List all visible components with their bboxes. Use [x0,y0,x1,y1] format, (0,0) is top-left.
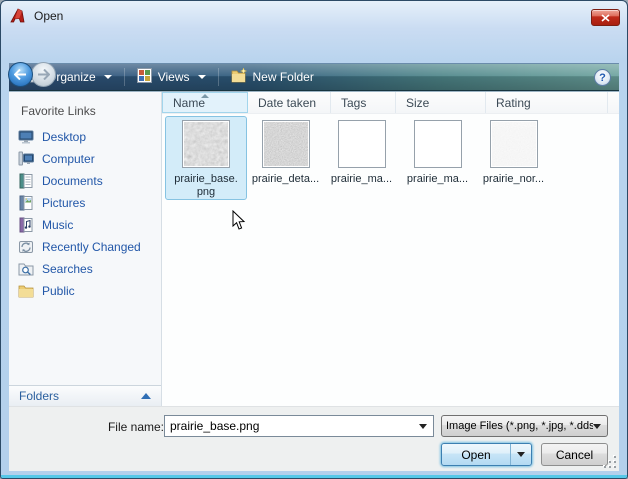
column-header-rating[interactable]: Rating [486,92,608,113]
file-item-prairie-detail[interactable]: prairie_deta... [248,116,323,187]
address-bar-row: « terrains sampleTerrain prairie [1,31,627,63]
file-thumbnail [182,120,230,168]
public-folder-icon [18,283,34,299]
navigation-pane: Favorite Links Desktop Computer Document… [9,92,162,406]
file-name-label: prairie_ma... [407,173,468,186]
views-button[interactable]: Views [128,65,215,89]
open-button-label: Open [442,448,510,462]
column-header-date-taken[interactable]: Date taken [248,92,331,113]
new-folder-label: New Folder [253,70,314,84]
file-item-prairie-map-1[interactable]: prairie_ma... [324,116,399,187]
back-button[interactable] [8,62,33,87]
column-header-name[interactable]: Name [162,92,248,113]
recently-changed-icon [18,239,34,255]
sidebar-item-computer[interactable]: Computer [9,148,161,170]
help-button[interactable]: ? [594,69,611,86]
forward-button[interactable] [31,62,56,87]
open-button[interactable]: Open [441,443,532,466]
file-name-label: prairie_nor... [483,173,544,186]
column-header-filler [608,92,619,113]
file-type-dropdown-icon [593,424,601,429]
file-name-input[interactable] [165,419,419,433]
sidebar-item-label: Pictures [42,196,85,210]
sidebar-item-label: Music [42,218,73,232]
titlebar[interactable]: Open [1,1,627,31]
close-button[interactable] [591,9,620,26]
help-icon: ? [599,72,606,84]
file-name-label: prairie_base. png [174,173,238,199]
searches-icon [18,261,34,277]
computer-icon [18,151,34,167]
chevron-up-icon [141,393,151,399]
file-item-prairie-base[interactable]: prairie_base. png [165,116,247,200]
cancel-button-label: Cancel [556,448,593,462]
column-header-size[interactable]: Size [396,92,486,113]
window-title: Open [34,9,63,23]
file-item-prairie-map-2[interactable]: prairie_ma... [400,116,475,187]
cancel-button[interactable]: Cancel [541,443,608,466]
file-type-select[interactable]: Image Files (*.png, *.jpg, *.dds [441,415,608,437]
folders-label: Folders [19,389,59,403]
sidebar-item-label: Desktop [42,130,86,144]
sidebar-item-desktop[interactable]: Desktop [9,126,161,148]
sidebar-item-label: Computer [42,152,95,166]
sort-ascending-icon [201,94,209,98]
views-label: Views [158,70,190,84]
file-name-dropdown-icon[interactable] [419,424,427,429]
column-header-tags[interactable]: Tags [331,92,396,113]
dialog-footer: File name: Image Files (*.png, *.jpg, *.… [9,406,619,471]
close-icon [601,14,610,22]
file-thumbnail [490,120,538,168]
favorite-links-header: Favorite Links [9,92,161,126]
new-folder-button[interactable]: New Folder [222,65,323,89]
file-type-value: Image Files (*.png, *.jpg, *.dds [446,420,593,432]
command-toolbar: Organize Views [9,63,619,91]
app-icon [10,8,26,24]
file-name-label: prairie_ma... [331,173,392,186]
sidebar-item-label: Searches [42,262,93,276]
file-item-prairie-normal[interactable]: prairie_nor... [476,116,551,187]
sidebar-item-public[interactable]: Public [9,280,161,302]
sidebar-item-music[interactable]: Music [9,214,161,236]
file-name-label-text: File name: [69,420,164,434]
file-grid: prairie_base. png prairie_deta... prairi… [162,114,619,200]
file-thumbnail [414,120,462,168]
file-name-combobox [164,415,434,437]
file-name-label: prairie_deta... [252,173,319,186]
music-icon [18,217,34,233]
organize-dropdown-icon [104,75,112,79]
sidebar-item-pictures[interactable]: Pictures [9,192,161,214]
views-dropdown-icon [198,75,206,79]
sidebar-item-label: Public [42,284,75,298]
sidebar-item-label: Recently Changed [42,240,141,254]
documents-icon [18,173,34,189]
dialog-content: Favorite Links Desktop Computer Document… [9,91,619,406]
resize-grip[interactable] [603,455,616,468]
sidebar-item-label: Documents [42,174,103,188]
views-icon [137,68,152,86]
back-arrow-icon [14,69,27,80]
mouse-cursor [232,210,246,236]
desktop-icon [18,129,34,145]
file-list-view: Name Date taken Tags Size Rating [162,92,619,406]
folders-expander[interactable]: Folders [9,385,161,406]
forward-arrow-icon [37,69,50,80]
sidebar-item-documents[interactable]: Documents [9,170,161,192]
file-thumbnail [262,120,310,168]
column-header-row: Name Date taken Tags Size Rating [162,92,619,114]
pictures-icon [18,195,34,211]
file-thumbnail [338,120,386,168]
sidebar-item-searches[interactable]: Searches [9,258,161,280]
toolbar-separator [124,68,125,86]
open-split-dropdown[interactable] [510,444,531,465]
open-dialog: Open « terrain [0,0,628,479]
open-dropdown-icon [517,452,525,457]
new-folder-icon [231,68,247,86]
sidebar-item-recently-changed[interactable]: Recently Changed [9,236,161,258]
toolbar-separator [218,68,219,86]
